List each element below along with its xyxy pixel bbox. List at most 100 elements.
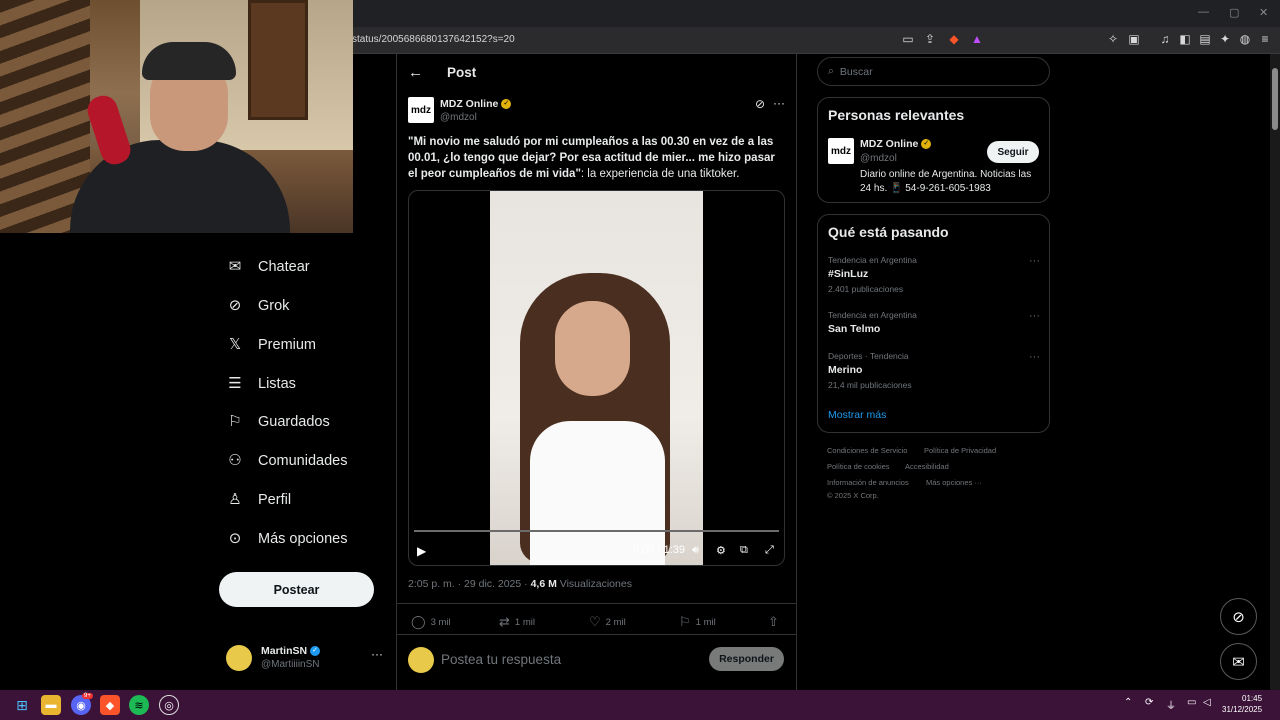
nav-mas-opciones[interactable]: ⊙ Más opciones xyxy=(226,526,348,552)
trend-item[interactable]: Tendencia en Argentina #SinLuz 2.401 pub… xyxy=(828,255,1040,294)
screenshot-icon[interactable]: ▣ xyxy=(1127,32,1141,46)
footer-link[interactable]: Información de anuncios xyxy=(827,478,909,487)
search-icon: ⌕ xyxy=(828,65,834,77)
avatar xyxy=(226,645,252,671)
list-icon: ☰ xyxy=(228,375,242,392)
brave-shields-icon[interactable]: ◆ xyxy=(947,32,961,46)
reply-action[interactable]: ◯ 3 mil xyxy=(411,614,451,630)
follow-button[interactable]: Seguir xyxy=(987,141,1039,163)
more-dots-icon[interactable]: ··· xyxy=(1029,351,1040,363)
tweet-text-rest: : la experiencia de una tiktoker. xyxy=(580,168,740,180)
nav-premium[interactable]: 𝕏 Premium xyxy=(226,332,316,358)
volume-icon[interactable]: 🔊︎ xyxy=(692,544,699,557)
back-arrow-icon[interactable]: ← xyxy=(408,64,423,81)
video-progress-bar[interactable] xyxy=(414,530,779,532)
copyright: © 2025 X Corp. xyxy=(827,491,879,500)
obs-icon[interactable]: ◎ xyxy=(159,695,179,715)
mdz-avatar[interactable]: mdz xyxy=(828,138,854,164)
show-more-link[interactable]: Mostrar más xyxy=(828,409,886,421)
nav-grok[interactable]: ⊘ Grok xyxy=(226,293,290,319)
sidebar-toggle-icon[interactable]: ◧ xyxy=(1178,32,1192,46)
file-explorer-icon[interactable]: ▬ xyxy=(41,695,61,715)
video-player[interactable] xyxy=(408,190,785,566)
trend-count: 21,4 mil publicaciones xyxy=(828,380,912,390)
nav-label: Listas xyxy=(258,376,296,392)
leo-ai-icon[interactable]: ✦ xyxy=(1218,32,1232,46)
maximize-button[interactable]: ▢ xyxy=(1229,6,1239,19)
trend-name: San Telmo xyxy=(828,323,881,335)
trend-item[interactable]: Tendencia en Argentina San Telmo ··· xyxy=(828,310,1040,335)
bookmark-action[interactable]: ⚐ 1 mil xyxy=(679,614,716,630)
microphone-icon[interactable]: ⏚ xyxy=(1166,697,1176,712)
footer-link[interactable]: Política de cookies xyxy=(827,462,890,471)
share-icon[interactable]: ⇪ xyxy=(923,32,937,46)
scrollbar[interactable] xyxy=(1270,54,1280,690)
footer-link[interactable]: Accesibilidad xyxy=(905,462,949,471)
pip-icon[interactable]: ⧉ xyxy=(740,544,748,557)
more-dots-icon[interactable]: ··· xyxy=(1029,310,1040,322)
windows-start-icon[interactable]: ⊞ xyxy=(12,695,32,715)
nav-label: Más opciones xyxy=(258,531,348,547)
search-input[interactable]: ⌕ Buscar xyxy=(817,57,1050,86)
vpn-icon[interactable]: ◍ xyxy=(1238,32,1252,46)
reply-input[interactable]: Postea tu respuesta xyxy=(441,652,561,667)
account-name-row: MartinSN ✓ xyxy=(261,645,321,657)
relevant-name-row[interactable]: MDZ Online ✓ xyxy=(860,138,932,150)
brave-icon[interactable]: ◆ xyxy=(100,695,120,715)
address-bar[interactable]: status/2005686680137642152?s=20 xyxy=(352,34,515,45)
speaker-icon[interactable]: ◁ xyxy=(1203,697,1211,708)
profile-icon: ♙ xyxy=(228,491,242,508)
nav-chatear[interactable]: ✉ Chatear xyxy=(226,254,310,280)
spotify-icon[interactable]: ≋ xyxy=(129,695,149,715)
scrollbar-thumb[interactable] xyxy=(1272,68,1278,130)
nav-guardados[interactable]: ⚐ Guardados xyxy=(226,409,329,435)
menu-icon[interactable]: ≡ xyxy=(1258,32,1272,46)
trend-item[interactable]: Deportes · Tendencia Merino 21,4 mil pub… xyxy=(828,351,1040,390)
author-avatar[interactable]: mdz xyxy=(408,97,434,123)
wallet-icon[interactable]: ▤ xyxy=(1198,32,1212,46)
extensions-icon[interactable]: ✧ xyxy=(1106,32,1120,46)
network-icon[interactable]: ▭ xyxy=(1187,697,1196,708)
post-header: ← Post xyxy=(408,62,476,82)
fullscreen-icon[interactable]: ⤢ xyxy=(765,544,774,557)
grok-fab-button[interactable]: ⊘ xyxy=(1220,598,1257,635)
author-name-row[interactable]: MDZ Online ✓ xyxy=(440,98,512,110)
account-switcher[interactable]: MartinSN ✓ @MartiiiinSN ··· xyxy=(226,644,386,674)
footer-link[interactable]: Más opciones ··· xyxy=(926,478,982,487)
verified-gold-icon: ✓ xyxy=(921,139,932,150)
play-icon[interactable]: ▶ xyxy=(417,544,426,558)
footer-link[interactable]: Política de Privacidad xyxy=(924,446,996,455)
repost-action[interactable]: ⇄ 1 mil xyxy=(499,614,535,630)
more-options-icon[interactable]: ··· xyxy=(773,96,785,110)
close-window-button[interactable]: ✕ xyxy=(1259,6,1268,19)
verified-badge-icon: ✓ xyxy=(310,646,321,657)
trending-card: Qué está pasando Tendencia en Argentina … xyxy=(817,214,1050,433)
system-clock[interactable]: 01:45 31/12/2025 xyxy=(1222,693,1262,715)
like-action[interactable]: ♡ 2 mil xyxy=(589,614,626,630)
responder-button[interactable]: Responder xyxy=(709,647,784,671)
settings-gear-icon[interactable]: ⚙ xyxy=(716,544,726,557)
footer-link[interactable]: Condiciones de Servicio xyxy=(827,446,907,455)
nav-comunidades[interactable]: ⚇ Comunidades xyxy=(226,448,347,474)
messages-fab-button[interactable]: ✉ xyxy=(1220,643,1257,680)
minimize-button[interactable]: — xyxy=(1198,6,1209,18)
more-dots-icon[interactable]: ··· xyxy=(371,647,383,661)
share-action[interactable]: ⇧ xyxy=(768,614,779,630)
chevron-up-icon[interactable]: ⌃ xyxy=(1124,697,1132,708)
nav-perfil[interactable]: ♙ Perfil xyxy=(226,487,291,513)
reply-count: 3 mil xyxy=(430,616,451,628)
brave-rewards-icon[interactable]: ▲ xyxy=(970,32,984,46)
communities-icon: ⚇ xyxy=(228,452,242,469)
account-handle: @MartiiiinSN xyxy=(261,659,320,670)
cast-icon[interactable]: ▭ xyxy=(901,32,915,46)
nav-label: Grok xyxy=(258,298,290,314)
grok-icon: ⊘ xyxy=(228,297,242,314)
postear-button[interactable]: Postear xyxy=(219,572,374,607)
music-icon[interactable]: ♫ xyxy=(1158,32,1172,46)
trend-context: Tendencia en Argentina xyxy=(828,310,917,320)
more-dots-icon[interactable]: ··· xyxy=(1029,255,1040,267)
bookmark-icon: ⚐ xyxy=(679,614,691,629)
sync-icon[interactable]: ⟳ xyxy=(1145,697,1153,708)
grok-explain-icon[interactable]: ⊘ xyxy=(755,97,765,111)
nav-listas[interactable]: ☰ Listas xyxy=(226,371,296,397)
